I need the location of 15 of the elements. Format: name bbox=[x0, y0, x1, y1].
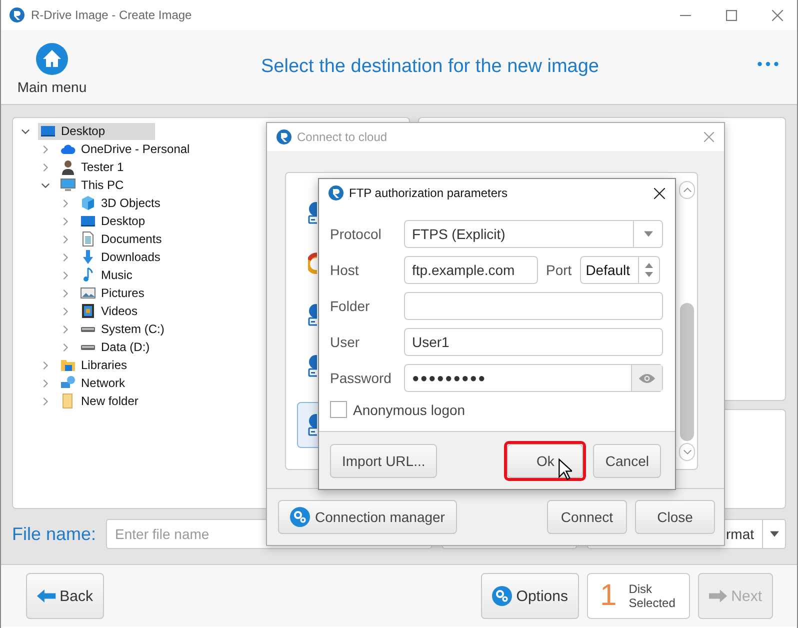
field-label: Host bbox=[330, 262, 360, 278]
window-title: R-Drive Image - Create Image bbox=[31, 8, 192, 22]
field-label: Protocol bbox=[330, 226, 382, 242]
port-label: Port bbox=[546, 262, 572, 278]
count-label: Selected bbox=[628, 596, 676, 610]
field-label: User bbox=[330, 334, 361, 350]
dialog-title: Connect to cloud bbox=[297, 130, 388, 144]
field-label: Folder bbox=[330, 298, 371, 314]
count-label: Disk bbox=[628, 582, 654, 596]
checkbox-label: Anonymous logon bbox=[353, 402, 466, 418]
file-name-label: File name: bbox=[12, 524, 96, 544]
field-label: Password bbox=[330, 370, 392, 386]
dialog-title: FTP authorization parameters bbox=[349, 186, 508, 200]
selected-count: 1 bbox=[600, 579, 617, 613]
page-heading: Select the destination for the new image bbox=[260, 56, 600, 78]
